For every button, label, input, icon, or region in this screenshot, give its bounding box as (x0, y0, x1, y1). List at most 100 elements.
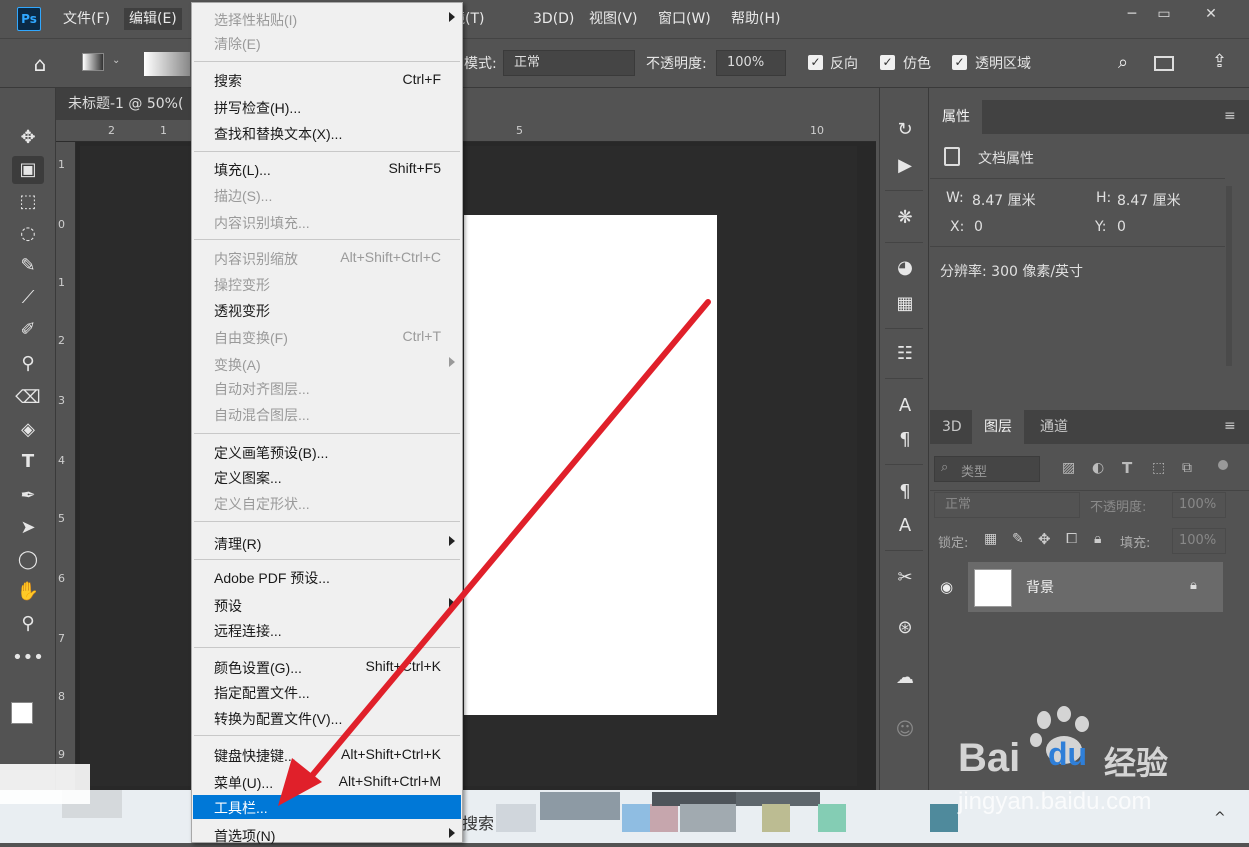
menu-item-purge[interactable]: 清理(R) (193, 531, 461, 555)
ellipse-tool-icon[interactable]: ◯ (12, 546, 44, 574)
swatches-grid-icon[interactable]: ▦ (893, 292, 917, 316)
visibility-eye-icon[interactable]: ◉ (940, 578, 953, 596)
paragraph-icon[interactable]: ¶ (893, 428, 917, 452)
character-icon[interactable]: A (893, 394, 917, 418)
document-canvas[interactable] (464, 215, 717, 715)
menu-item-auto-align[interactable]: 自动对齐图层... (193, 376, 461, 400)
layer-filter-select[interactable]: ⌕ 类型 (934, 456, 1040, 482)
lock-transparent-icon[interactable]: ▦ (984, 531, 997, 547)
more-tools-icon[interactable]: ••• (12, 644, 44, 672)
alien-icon[interactable]: ☺ (893, 718, 917, 742)
filter-toggle[interactable] (1218, 460, 1228, 470)
brush-settings-icon[interactable]: ✂ (893, 566, 917, 590)
menu-item-find-replace[interactable]: 查找和替换文本(X)... (193, 121, 461, 145)
menu-view[interactable]: 视图(V) (584, 8, 643, 30)
tab-layers[interactable]: 图层 (972, 410, 1024, 444)
quick-select-tool-icon[interactable]: ✎ (12, 252, 44, 280)
menu-item-puppet-warp[interactable]: 操控变形 (193, 272, 461, 296)
chevron-down-icon[interactable]: ⌄ (112, 55, 120, 66)
layer-opacity-input[interactable]: 100% (1172, 492, 1226, 518)
reverse-checkbox[interactable]: ✓ (808, 55, 823, 70)
menu-item-stroke[interactable]: 描边(S)... (193, 183, 461, 207)
minimize-button[interactable]: ─ (1114, 2, 1150, 26)
gradient-tool-icon[interactable] (82, 53, 104, 71)
workspace-icon[interactable] (1154, 56, 1174, 71)
actions-play-icon[interactable]: ▶ (893, 154, 917, 178)
color-wheel-icon[interactable]: ❋ (893, 206, 917, 230)
eyedropper-tool-icon[interactable]: ⟋ (12, 284, 44, 312)
fill-input[interactable]: 100% (1172, 528, 1226, 554)
character-styles-icon[interactable]: A (893, 514, 917, 538)
adjustments-icon[interactable]: ☷ (893, 342, 917, 366)
blend-mode-select[interactable]: 正常 (934, 492, 1080, 518)
menu-item-free-transform[interactable]: 自由变换(F) Ctrl+T (193, 325, 461, 349)
w-value[interactable]: 8.47 厘米 (972, 190, 1036, 210)
menu-window[interactable]: 窗口(W) (653, 8, 716, 30)
filter-shape-icon[interactable]: ⬚ (1152, 460, 1165, 476)
lasso-tool-icon[interactable]: ◌ (12, 220, 44, 248)
menu-item-presets[interactable]: 预设 (193, 593, 461, 617)
palette-icon[interactable]: ◕ (893, 256, 917, 280)
filter-adjustment-icon[interactable]: ◐ (1092, 460, 1104, 476)
lock-artboard-icon[interactable]: ⧠ (1066, 531, 1077, 547)
gradient-preview[interactable] (144, 52, 190, 76)
gradient-tool-icon[interactable]: ▣ (12, 156, 44, 184)
menu-item-define-pattern[interactable]: 定义图案... (193, 465, 461, 489)
home-icon[interactable]: ⌂ (26, 52, 54, 76)
panel-menu-icon[interactable]: ≡ (1224, 108, 1236, 124)
menu-item-convert-profile[interactable]: 转换为配置文件(V)... (193, 706, 461, 730)
filter-type-icon[interactable]: T (1122, 459, 1132, 477)
bucket-tool-icon[interactable]: ◈ (12, 416, 44, 444)
lock-all-icon[interactable]: 🔒︎ (1094, 531, 1101, 547)
scrollbar[interactable] (1226, 186, 1232, 366)
menu-item-content-aware-fill[interactable]: 内容识别填充... (193, 210, 461, 234)
menu-item-remote-connections[interactable]: 远程连接... (193, 618, 461, 642)
menu-item-content-aware-scale[interactable]: 内容识别缩放 Alt+Shift+Ctrl+C (193, 246, 461, 270)
filter-pixel-icon[interactable]: ▨ (1062, 460, 1075, 476)
menu-3d[interactable]: 3D(D) (528, 8, 579, 30)
menu-item-assign-profile[interactable]: 指定配置文件... (193, 680, 461, 704)
creative-cloud-icon[interactable]: ☁ (893, 666, 917, 690)
menu-edit[interactable]: 编辑(E) (124, 8, 182, 30)
menu-item-search[interactable]: 搜索 Ctrl+F (193, 68, 461, 92)
lock-brush-icon[interactable]: ✎ (1012, 531, 1024, 547)
clone-source-icon[interactable]: ⊛ (893, 616, 917, 640)
hand-tool-icon[interactable]: ✋ (12, 578, 44, 606)
brush-tool-icon[interactable]: ✐ (12, 316, 44, 344)
menu-item-define-brush[interactable]: 定义画笔预设(B)... (193, 440, 461, 464)
foreground-color-swatch[interactable] (11, 702, 33, 724)
y-value[interactable]: 0 (1117, 219, 1126, 235)
tab-channels[interactable]: 通道 (1028, 410, 1080, 444)
menu-file[interactable]: 文件(F) (58, 8, 115, 30)
menu-item-keyboard-shortcuts[interactable]: 键盘快捷键... Alt+Shift+Ctrl+K (193, 743, 461, 767)
layer-row-background[interactable]: 背景 🔒︎ (968, 562, 1223, 612)
menu-item-spell-check[interactable]: 拼写检查(H)... (193, 95, 461, 119)
taskbar-search[interactable]: 搜索 (462, 810, 494, 834)
menu-item-toolbar[interactable]: 工具栏... (193, 795, 461, 819)
menu-item-auto-blend[interactable]: 自动混合图层... (193, 402, 461, 426)
transparency-checkbox[interactable]: ✓ (952, 55, 967, 70)
filter-smart-icon[interactable]: ⧉ (1182, 460, 1192, 476)
eraser-tool-icon[interactable]: ⌫ (12, 384, 44, 412)
share-icon[interactable]: ⇪ (1212, 51, 1227, 72)
menu-item-preferences[interactable]: 首选项(N) (193, 823, 461, 847)
lock-position-icon[interactable]: ✥ (1038, 530, 1051, 548)
document-tab[interactable]: 未标题-1 @ 50%( (56, 88, 196, 120)
menu-item-pdf-presets[interactable]: Adobe PDF 预设... (193, 565, 461, 589)
menu-item-clear[interactable]: 清除(E) (193, 31, 461, 55)
maximize-button[interactable]: ▭ (1146, 2, 1182, 26)
menu-item-menus[interactable]: 菜单(U)... Alt+Shift+Ctrl+M (193, 770, 461, 794)
pen-tool-icon[interactable]: ✒ (12, 482, 44, 510)
menu-help[interactable]: 帮助(H) (726, 8, 785, 30)
marquee-tool-icon[interactable]: ⬚ (12, 188, 44, 216)
type-tool-icon[interactable]: T (12, 448, 44, 476)
close-button[interactable]: ✕ (1193, 2, 1229, 26)
menu-item-paste-special[interactable]: 选择性粘贴(I) (193, 7, 461, 31)
paragraph-styles-icon[interactable]: ¶ (893, 480, 917, 504)
mode-select[interactable]: 正常 (503, 50, 635, 76)
panel-menu-icon[interactable]: ≡ (1224, 418, 1236, 434)
h-value[interactable]: 8.47 厘米 (1117, 190, 1181, 210)
stamp-tool-icon[interactable]: ⚲ (12, 350, 44, 378)
zoom-tool-icon[interactable]: ⚲ (12, 610, 44, 638)
search-icon[interactable]: ⌕ (1118, 52, 1128, 73)
